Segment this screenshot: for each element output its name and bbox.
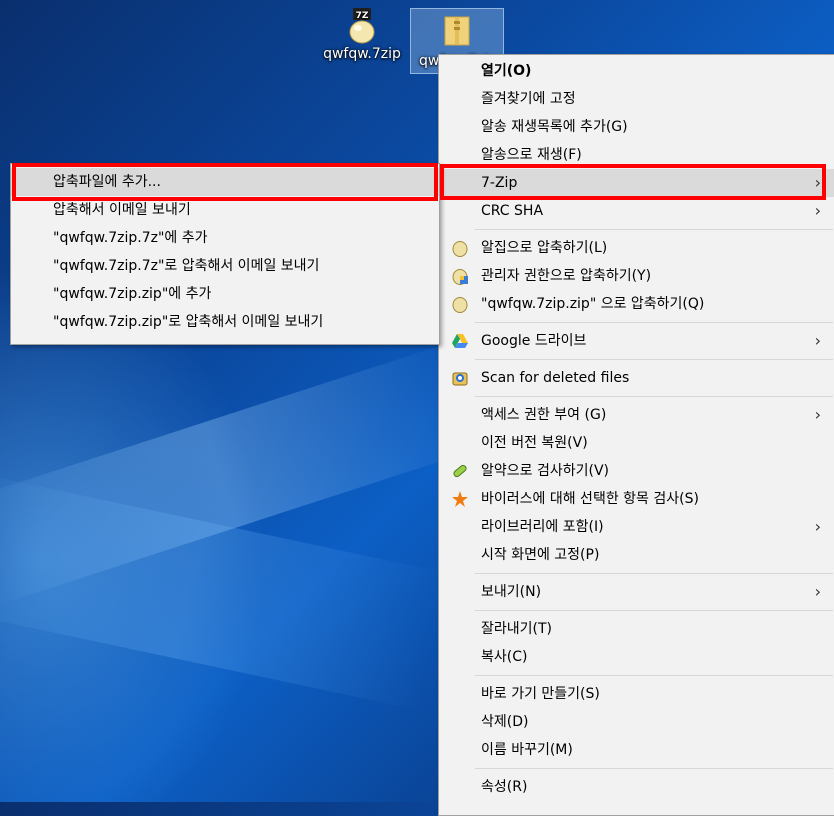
menu-separator — [475, 359, 833, 360]
menu-item-alyac-scan[interactable]: 알약으로 검사하기(V) — [439, 457, 834, 485]
menu-item-scan-deleted-files[interactable]: Scan for deleted files — [439, 364, 834, 392]
menu-item-label: 압축파일에 추가... — [53, 174, 161, 190]
menu-item-label: 바이러스에 대해 선택한 항목 검사(S) — [481, 491, 699, 507]
menu-item-label: "qwfqw.7zip.7z"에 추가 — [53, 230, 208, 246]
menu-item-pin-quick-access[interactable]: 즐겨찾기에 고정 — [439, 85, 834, 113]
menu-item-google-drive[interactable]: Google 드라이브 › — [439, 327, 834, 355]
menu-item-label: CRC SHA — [481, 203, 544, 219]
menu-item-label: 이름 바꾸기(M) — [481, 742, 573, 758]
7zip-submenu: 압축파일에 추가... 압축해서 이메일 보내기 "qwfqw.7zip.7z"… — [10, 163, 440, 345]
menu-item-label: 바로 가기 만들기(S) — [481, 686, 600, 702]
menu-item-rename[interactable]: 이름 바꾸기(M) — [439, 736, 834, 764]
zip-folder-icon — [443, 15, 471, 49]
menu-item-label: 7-Zip — [481, 175, 518, 191]
submenu-item-compress-zip-and-email[interactable]: "qwfqw.7zip.zip"로 압축해서 이메일 보내기 — [11, 308, 439, 336]
menu-item-label: 삭제(D) — [481, 714, 529, 730]
menu-item-label: "qwfqw.7zip.7z"로 압축해서 이메일 보내기 — [53, 258, 320, 274]
menu-item-cut[interactable]: 잘라내기(T) — [439, 615, 834, 643]
menu-item-label: 열기(O) — [481, 63, 532, 79]
desktop-icon-label: qwfqw.7zip — [323, 46, 401, 62]
menu-item-label: 보내기(N) — [481, 584, 542, 600]
menu-item-label: 잘라내기(T) — [481, 621, 552, 637]
chevron-right-icon: › — [814, 201, 821, 220]
menu-item-label: 복사(C) — [481, 649, 528, 665]
menu-item-label: Google 드라이브 — [481, 333, 587, 349]
menu-separator — [475, 229, 833, 230]
alzip-admin-icon — [451, 267, 469, 285]
wallpaper-light-beam — [0, 469, 450, 711]
menu-item-label: 압축해서 이메일 보내기 — [53, 202, 191, 218]
chevron-right-icon: › — [814, 582, 821, 601]
alzip-egg-icon: 7Z — [347, 8, 377, 44]
menu-item-label: 시작 화면에 고정(P) — [481, 547, 600, 563]
menu-item-label: 관리자 권한으로 압축하기(Y) — [481, 268, 652, 284]
menu-item-alsong-add-playlist[interactable]: 알송 재생목록에 추가(G) — [439, 113, 834, 141]
menu-separator — [475, 396, 833, 397]
menu-item-label: 알약으로 검사하기(V) — [481, 463, 609, 479]
menu-item-delete[interactable]: 삭제(D) — [439, 708, 834, 736]
menu-item-label: 액세스 권한 부여 (G) — [481, 407, 607, 423]
chevron-right-icon: › — [814, 331, 821, 350]
menu-item-label: 라이브러리에 포함(I) — [481, 519, 604, 535]
menu-item-give-access[interactable]: 액세스 권한 부여 (G) › — [439, 401, 834, 429]
menu-item-compress-as-zip[interactable]: "qwfqw.7zip.zip" 으로 압축하기(Q) — [439, 290, 834, 318]
menu-item-label: 알송으로 재생(F) — [481, 147, 582, 163]
menu-separator — [475, 610, 833, 611]
svg-text:7Z: 7Z — [356, 11, 369, 21]
menu-item-send-to[interactable]: 보내기(N) › — [439, 578, 834, 606]
alyac-pill-icon — [451, 462, 469, 480]
menu-item-properties[interactable]: 속성(R) — [439, 773, 834, 801]
menu-separator — [475, 322, 833, 323]
menu-item-label: 이전 버전 복원(V) — [481, 435, 588, 451]
menu-item-restore-previous-versions[interactable]: 이전 버전 복원(V) — [439, 429, 834, 457]
menu-item-label: "qwfqw.7zip.zip"에 추가 — [53, 286, 212, 302]
menu-item-admin-compress[interactable]: 관리자 권한으로 압축하기(Y) — [439, 262, 834, 290]
menu-item-copy[interactable]: 복사(C) — [439, 643, 834, 671]
recovery-scan-icon — [451, 369, 469, 387]
menu-item-label: 알집으로 압축하기(L) — [481, 240, 608, 256]
menu-item-pin-to-start[interactable]: 시작 화면에 고정(P) — [439, 541, 834, 569]
menu-item-include-in-library[interactable]: 라이브러리에 포함(I) › — [439, 513, 834, 541]
desktop-icon-7zip-file[interactable]: 7Z qwfqw.7zip — [316, 8, 408, 62]
menu-item-virus-scan[interactable]: 바이러스에 대해 선택한 항목 검사(S) — [439, 485, 834, 513]
menu-item-crc-sha[interactable]: CRC SHA › — [439, 197, 834, 225]
menu-item-7zip[interactable]: 7-Zip › — [439, 169, 834, 197]
submenu-item-compress-and-email[interactable]: 압축해서 이메일 보내기 — [11, 196, 439, 224]
menu-separator — [475, 573, 833, 574]
menu-item-create-shortcut[interactable]: 바로 가기 만들기(S) — [439, 680, 834, 708]
menu-item-label: "qwfqw.7zip.zip"로 압축해서 이메일 보내기 — [53, 314, 324, 330]
context-menu: 열기(O) 즐겨찾기에 고정 알송 재생목록에 추가(G) 알송으로 재생(F)… — [438, 54, 834, 816]
menu-item-label: Scan for deleted files — [481, 370, 630, 386]
menu-separator — [475, 768, 833, 769]
menu-item-alzip-compress[interactable]: 알집으로 압축하기(L) — [439, 234, 834, 262]
wallpaper-light-beam — [0, 342, 485, 608]
alzip-egg-icon — [451, 295, 469, 313]
google-drive-icon — [451, 332, 469, 350]
submenu-item-add-to-zip[interactable]: "qwfqw.7zip.zip"에 추가 — [11, 280, 439, 308]
submenu-item-compress-7z-and-email[interactable]: "qwfqw.7zip.7z"로 압축해서 이메일 보내기 — [11, 252, 439, 280]
alzip-egg-icon — [451, 239, 469, 257]
chevron-right-icon: › — [814, 517, 821, 536]
menu-item-label: 속성(R) — [481, 779, 528, 795]
submenu-item-add-to-7z[interactable]: "qwfqw.7zip.7z"에 추가 — [11, 224, 439, 252]
menu-item-label: 즐겨찾기에 고정 — [481, 91, 576, 107]
menu-item-label: 알송 재생목록에 추가(G) — [481, 119, 628, 135]
menu-item-label: "qwfqw.7zip.zip" 으로 압축하기(Q) — [481, 296, 705, 312]
avast-icon — [451, 490, 469, 508]
chevron-right-icon: › — [814, 173, 821, 192]
submenu-item-add-to-archive[interactable]: 압축파일에 추가... — [11, 168, 439, 196]
menu-separator — [475, 675, 833, 676]
chevron-right-icon: › — [814, 405, 821, 424]
menu-item-alsong-play[interactable]: 알송으로 재생(F) — [439, 141, 834, 169]
menu-item-open[interactable]: 열기(O) — [439, 57, 834, 85]
